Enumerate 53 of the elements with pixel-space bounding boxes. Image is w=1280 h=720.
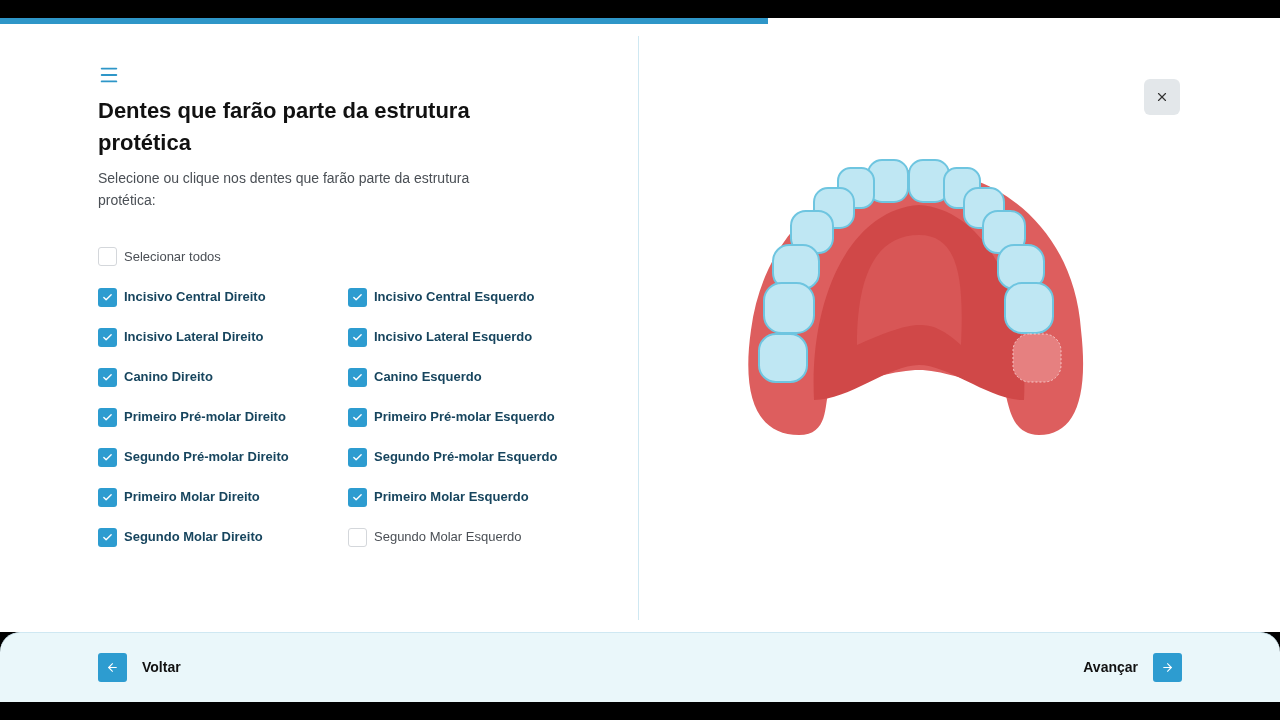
checkbox[interactable] <box>98 527 117 547</box>
tooth-label: Primeiro Molar Esquerdo <box>374 488 529 507</box>
check-icon <box>102 531 113 543</box>
check-icon <box>102 451 113 463</box>
tooth-label: Incisivo Lateral Direito <box>124 328 264 347</box>
tooth-label: Segundo Pré-molar Direito <box>124 448 289 467</box>
tooth-label: Incisivo Central Direito <box>124 288 266 307</box>
checkbox[interactable] <box>98 247 117 267</box>
checkbox[interactable] <box>98 447 117 467</box>
check-icon <box>102 411 113 423</box>
check-icon <box>352 291 363 303</box>
checkbox[interactable] <box>98 487 117 507</box>
checkbox[interactable] <box>98 287 117 307</box>
tooth-label: Segundo Molar Direito <box>124 528 263 547</box>
next-arrow-button[interactable] <box>1153 653 1182 682</box>
check-icon <box>102 331 113 343</box>
checkbox[interactable] <box>348 327 367 347</box>
tooth-label: Segundo Pré-molar Esquerdo <box>374 448 558 467</box>
check-icon <box>352 411 363 423</box>
tooth-label: Incisivo Central Esquerdo <box>374 288 535 307</box>
checkbox[interactable] <box>348 447 367 467</box>
arrow-left-icon <box>106 661 119 674</box>
page-title: Dentes que farão parte da estrutura protética <box>98 97 471 157</box>
tooth-label: Incisivo Lateral Esquerdo <box>374 328 533 347</box>
checkbox[interactable] <box>348 287 367 307</box>
checkbox[interactable] <box>348 407 367 427</box>
checkbox[interactable] <box>348 527 367 547</box>
checkbox[interactable] <box>348 367 367 387</box>
check-icon <box>352 331 363 343</box>
check-icon <box>102 371 113 383</box>
checkbox[interactable] <box>98 327 117 347</box>
arrow-right-icon <box>1161 661 1174 674</box>
checkbox-label: Selecionar todos <box>124 248 221 266</box>
tooth-label: Canino Direito <box>124 368 213 387</box>
checkbox[interactable] <box>98 407 117 427</box>
tooth-label: Segundo Molar Esquerdo <box>374 528 522 547</box>
close-icon <box>1155 90 1169 104</box>
back-link[interactable]: Voltar <box>142 657 181 678</box>
close-button[interactable] <box>1144 79 1180 115</box>
instruction-text: Selecione ou clique nos dentes que farão parte da estrutura protética: <box>98 169 471 210</box>
next-link[interactable]: Avançar <box>1083 657 1138 678</box>
check-icon <box>352 451 363 463</box>
check-icon <box>352 491 363 503</box>
tooth-label: Primeiro Molar Direito <box>124 488 260 507</box>
checkbox[interactable] <box>98 367 117 387</box>
checkbox[interactable] <box>348 487 367 507</box>
back-arrow-button[interactable] <box>98 653 127 682</box>
check-icon <box>352 371 363 383</box>
check-icon <box>102 291 113 303</box>
check-icon <box>102 491 113 503</box>
tooth-label: Primeiro Pré-molar Direito <box>124 408 286 427</box>
tooth-label: Primeiro Pré-molar Esquerdo <box>374 408 555 427</box>
tooth-label: Canino Esquerdo <box>374 368 482 387</box>
